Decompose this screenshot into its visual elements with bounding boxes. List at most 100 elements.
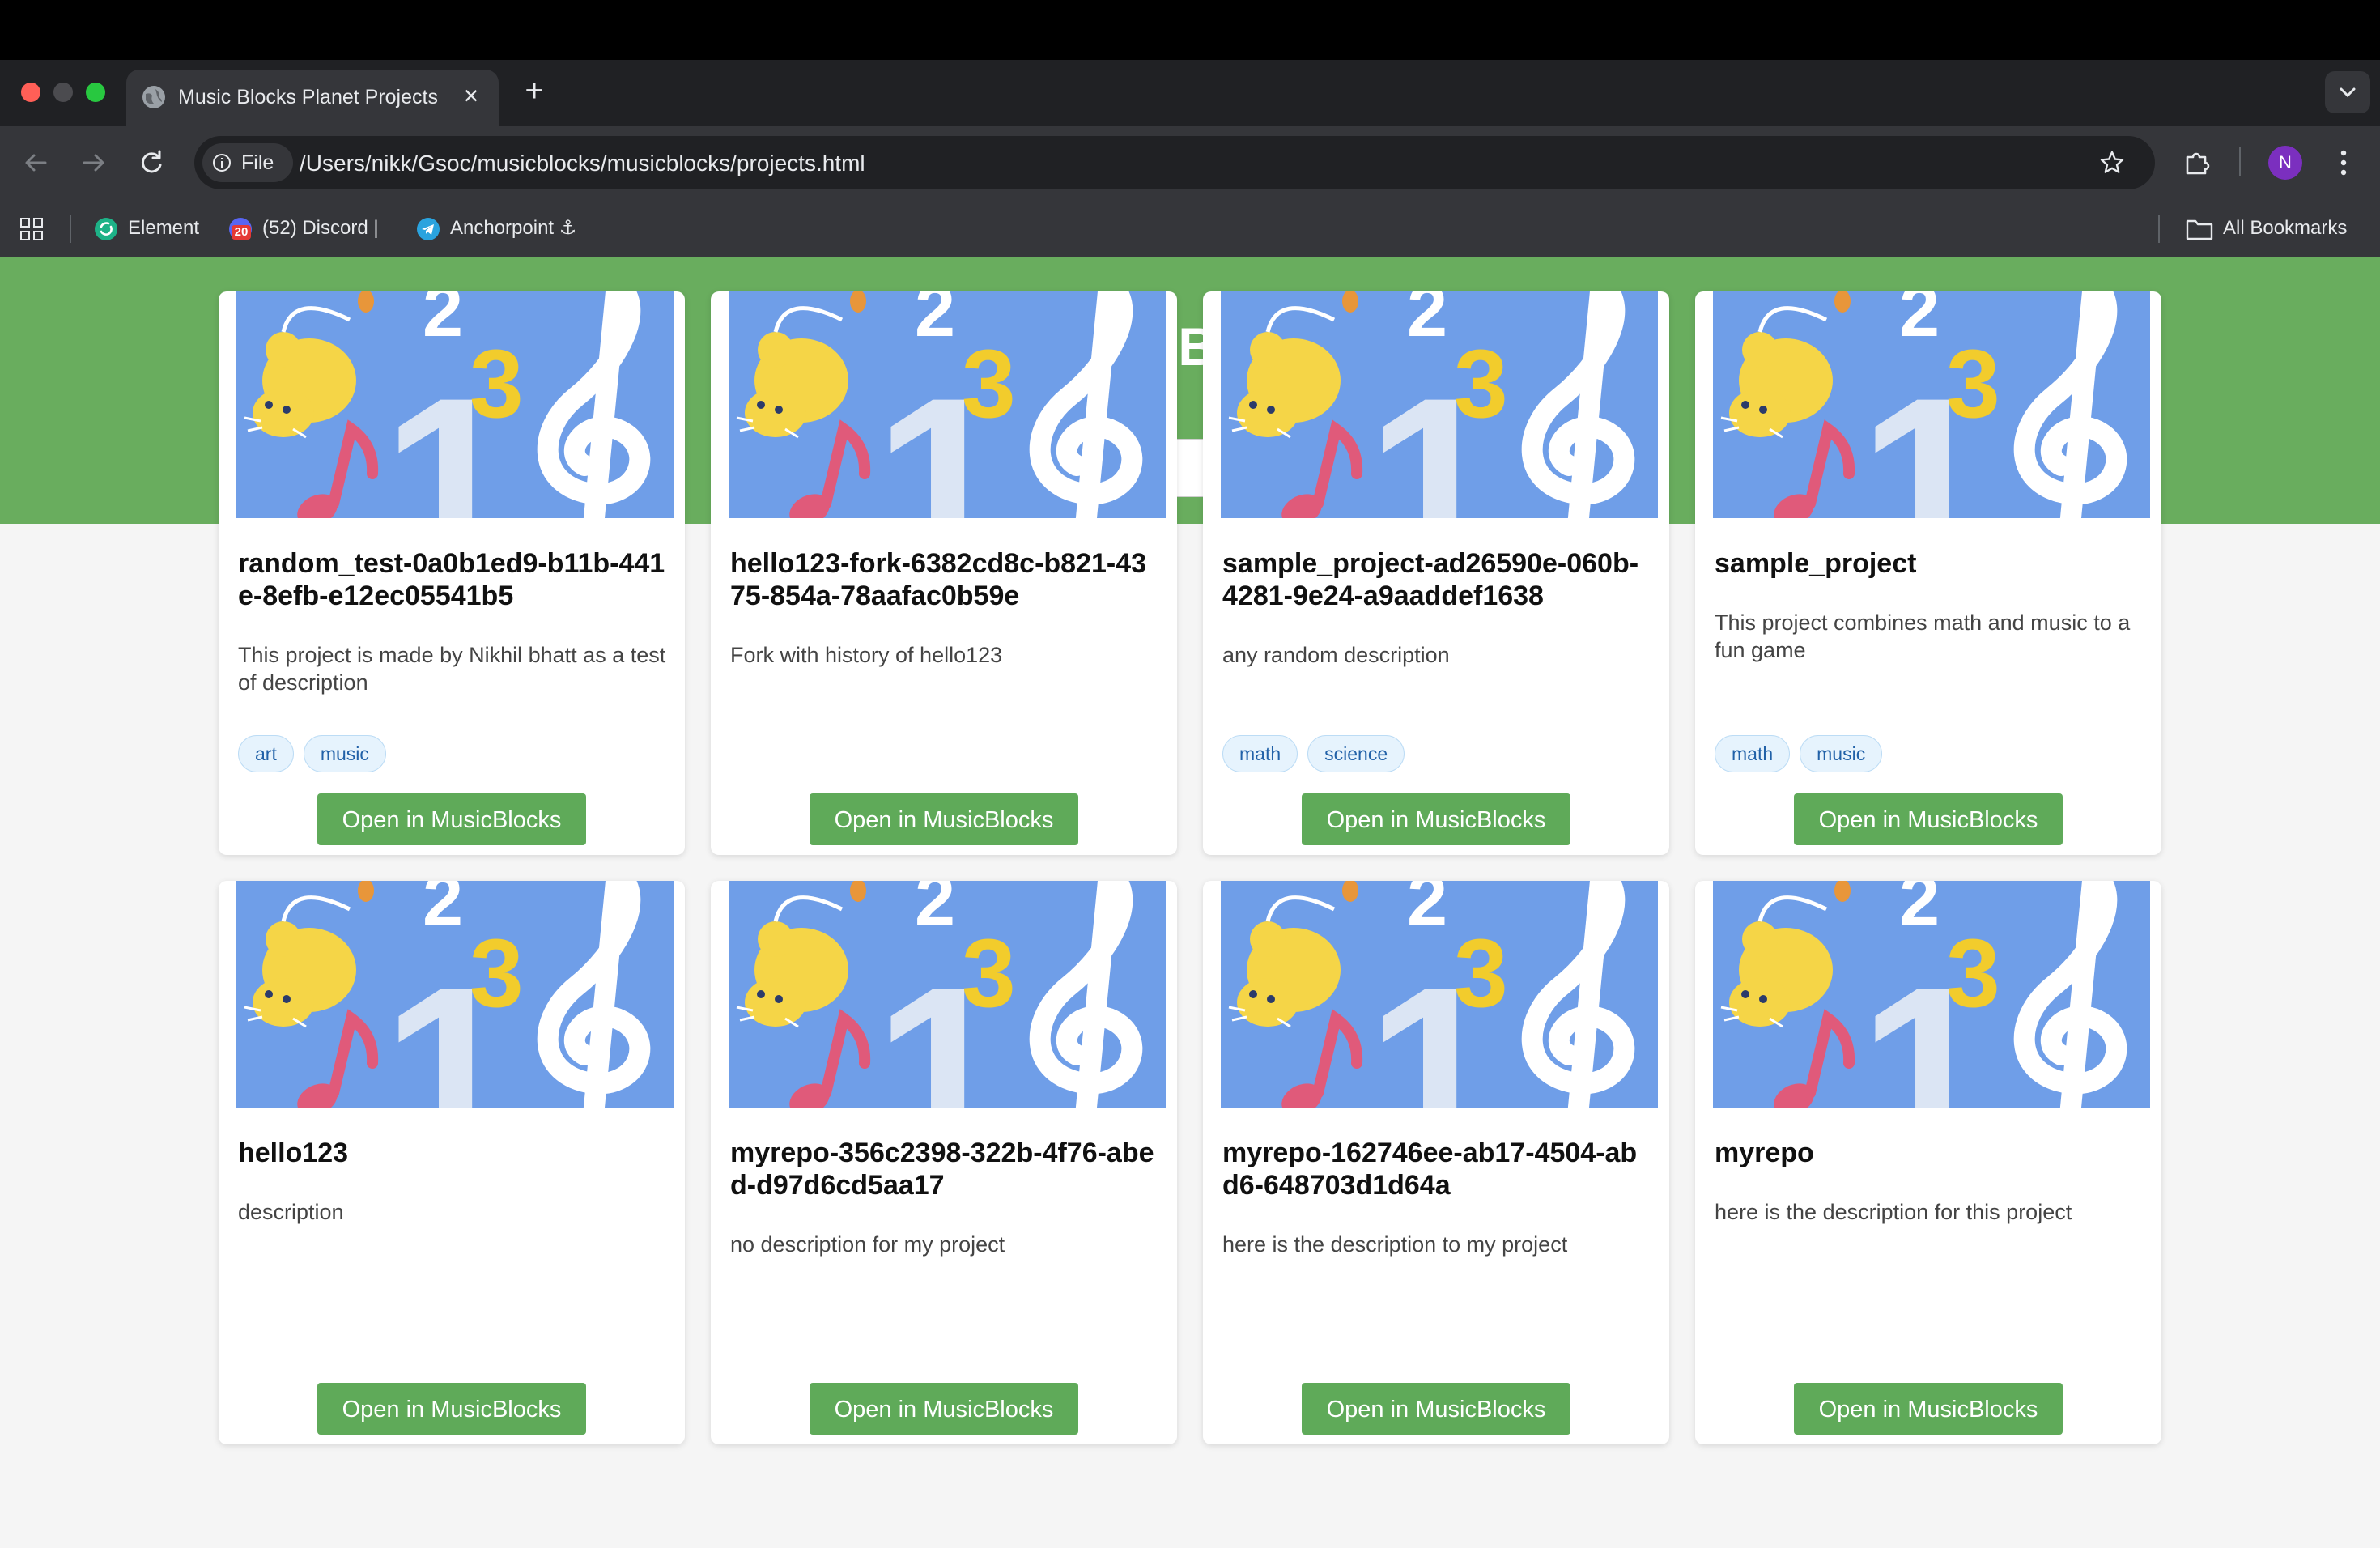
apps-grid-icon[interactable] [19, 217, 44, 241]
all-bookmarks-label: All Bookmarks [2223, 217, 2348, 239]
project-title: hello123-fork-6382cd8c-b821-4375-854a-78… [730, 548, 1147, 611]
open-in-musicblocks-button[interactable]: Open in MusicBlocks [1302, 1383, 1570, 1435]
svg-text:3: 3 [1454, 330, 1508, 438]
project-thumbnail: 1 2 3 [729, 881, 1166, 1108]
file-chip-label: File [241, 151, 274, 174]
bookmark-discord[interactable]: 20 (52) Discord | [228, 214, 379, 243]
bookmark-star-icon[interactable] [2098, 149, 2126, 176]
project-title: random_test-0a0b1ed9-b11b-441e-8efb-e12e… [238, 548, 665, 611]
zoom-window-button[interactable] [86, 83, 105, 102]
new-tab-button[interactable]: + [518, 74, 550, 107]
project-thumbnail: 1 2 3 [729, 291, 1166, 518]
project-description: here is the description to my project [1222, 1232, 1568, 1257]
globe-icon [142, 86, 165, 108]
profile-avatar[interactable]: N [2268, 146, 2302, 180]
project-description: Fork with history of hello123 [730, 643, 1003, 667]
project-card: 1 2 3 myrepo-356c2398-322b-4f76-abed-d97… [711, 881, 1177, 1444]
minimize-window-button[interactable] [53, 83, 73, 102]
project-card: 1 2 3 myrepo here is the description for … [1695, 881, 2161, 1444]
open-in-musicblocks-button[interactable]: Open in MusicBlocks [1302, 793, 1570, 845]
bookmarks-divider [70, 215, 71, 243]
discord-icon: 20 [228, 217, 253, 241]
project-card: 1 2 3 sample_project-ad26590e-060b-4281-… [1203, 291, 1669, 855]
forward-arrow-icon[interactable] [74, 144, 112, 181]
tag-music[interactable]: music [303, 735, 386, 772]
project-title: myrepo-356c2398-322b-4f76-abed-d97d6cd5a… [730, 1138, 1154, 1201]
svg-text:3: 3 [1946, 330, 2000, 438]
open-in-musicblocks-button[interactable]: Open in MusicBlocks [317, 1383, 586, 1435]
svg-text:2: 2 [915, 881, 955, 942]
open-in-musicblocks-button[interactable]: Open in MusicBlocks [810, 1383, 1078, 1435]
tab-music-blocks-planet[interactable]: Music Blocks Planet Projects × [126, 70, 499, 126]
project-title: sample_project [1715, 548, 1917, 579]
tag-science[interactable]: science [1307, 735, 1405, 772]
project-tags: math music [1715, 735, 1892, 774]
browser-toolbar: File /Users/nikk/Gsoc/musicblocks/musicb… [0, 126, 2380, 199]
bookmark-label: (52) Discord | [262, 217, 379, 239]
project-title: sample_project-ad26590e-060b-4281-9e24-a… [1222, 548, 1639, 611]
svg-text:2: 2 [1899, 291, 1940, 352]
svg-text:3: 3 [1454, 919, 1508, 1027]
project-description: here is the description for this project [1715, 1200, 2072, 1224]
svg-text:2: 2 [1407, 291, 1447, 352]
project-description: This project combines math and music to … [1715, 610, 2131, 662]
url-text[interactable]: /Users/nikk/Gsoc/musicblocks/musicblocks… [300, 151, 865, 176]
bookmarks-divider [2158, 215, 2160, 243]
project-thumbnail-frame: 1 2 3 [1713, 291, 2150, 518]
bookmark-anchorpoint[interactable]: Anchorpoint ⚓︎ [416, 214, 576, 243]
all-bookmarks-button[interactable]: All Bookmarks [2186, 214, 2347, 243]
tab-search-button[interactable] [2325, 71, 2370, 113]
more-menu-icon[interactable] [2331, 144, 2356, 181]
open-in-musicblocks-button[interactable]: Open in MusicBlocks [1794, 1383, 2063, 1435]
project-thumbnail-frame: 1 2 3 [236, 881, 674, 1108]
tab-title: Music Blocks Planet Projects [178, 86, 438, 108]
tag-art[interactable]: art [238, 735, 294, 772]
project-thumbnail-frame: 1 2 3 [1221, 291, 1658, 518]
project-card: 1 2 3 sample_project This project combine… [1695, 291, 2161, 855]
svg-text:3: 3 [1946, 919, 2000, 1027]
project-description: This project is made by Nikhil bhatt as … [238, 643, 666, 695]
tag-math[interactable]: math [1222, 735, 1298, 772]
svg-text:2: 2 [423, 291, 463, 352]
project-thumbnail-frame: 1 2 3 [729, 291, 1166, 518]
project-thumbnail-frame: 1 2 3 [236, 291, 674, 518]
toolbar-divider [2239, 147, 2241, 176]
project-thumbnail: 1 2 3 [1713, 291, 2150, 518]
tag-math[interactable]: math [1715, 735, 1791, 772]
chevron-down-icon [2340, 87, 2356, 98]
svg-text:2: 2 [1407, 881, 1447, 942]
project-card: 1 2 3 hello123-fork-6382cd8c-b821-4375-8… [711, 291, 1177, 855]
project-description: no description for my project [730, 1232, 1005, 1257]
close-window-button[interactable] [21, 83, 40, 102]
bookmark-label: Element [128, 217, 200, 239]
folder-icon [2186, 219, 2213, 240]
project-description: description [238, 1200, 344, 1224]
open-in-musicblocks-button[interactable]: Open in MusicBlocks [810, 793, 1078, 845]
bookmark-element[interactable]: Element [94, 214, 199, 243]
project-card: 1 2 3 hello123 description Open in MusicBl… [219, 881, 685, 1444]
project-thumbnail: 1 2 3 [1221, 881, 1658, 1108]
svg-text:3: 3 [962, 919, 1016, 1027]
project-description: any random description [1222, 643, 1450, 667]
tag-music[interactable]: music [1800, 735, 1883, 772]
extensions-puzzle-icon[interactable] [2181, 146, 2213, 178]
element-icon [95, 217, 117, 240]
project-thumbnail-frame: 1 2 3 [729, 881, 1166, 1108]
project-card: 1 2 3 random_test-0a0b1ed9-b11b-441e-8ef… [219, 291, 685, 855]
back-arrow-icon[interactable] [18, 144, 55, 181]
project-thumbnail-frame: 1 2 3 [1713, 881, 2150, 1108]
open-in-musicblocks-button[interactable]: Open in MusicBlocks [317, 793, 586, 845]
bookmark-label: Anchorpoint ⚓︎ [450, 217, 577, 239]
reload-icon[interactable] [133, 144, 170, 181]
project-tags: art music [238, 735, 396, 774]
project-card: 1 2 3 myrepo-162746ee-ab17-4504-abd6-648… [1203, 881, 1669, 1444]
close-tab-icon[interactable]: × [457, 81, 486, 110]
address-bar[interactable]: File /Users/nikk/Gsoc/musicblocks/musicb… [194, 136, 2155, 189]
site-info-chip[interactable]: File [202, 143, 293, 182]
project-thumbnail: 1 2 3 [1221, 291, 1658, 518]
project-title: hello123 [238, 1138, 349, 1168]
project-thumbnail: 1 2 3 [1713, 881, 2150, 1108]
open-in-musicblocks-button[interactable]: Open in MusicBlocks [1794, 793, 2063, 845]
project-title: myrepo-162746ee-ab17-4504-abd6-648703d1d… [1222, 1138, 1638, 1201]
project-thumbnail: 1 2 3 [236, 881, 674, 1108]
